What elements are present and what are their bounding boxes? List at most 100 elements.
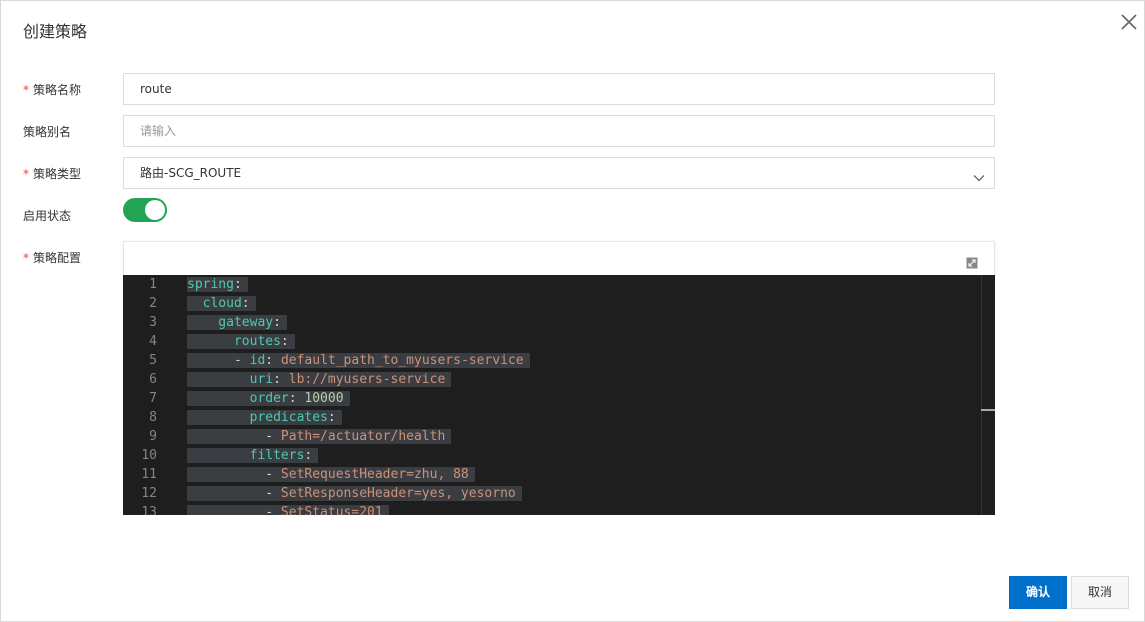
code-token: id [249, 353, 266, 368]
chevron-down-icon [972, 166, 986, 182]
line-number: 9 [149, 429, 157, 444]
code-line: gateway: [187, 313, 287, 332]
selection-highlight: cloud: [187, 296, 256, 311]
policy-alias-input[interactable] [123, 115, 995, 147]
selection-highlight: - SetRequestHeader=zhu, 88 [187, 467, 475, 482]
selection-highlight: uri: lb://myusers-service [187, 372, 452, 387]
policy-name-label: * 策略名称 [23, 81, 81, 98]
selection-highlight: spring: [187, 277, 248, 292]
selection-highlight: filters: [187, 448, 319, 463]
status-label-text: 启用状态 [23, 209, 72, 223]
line-number: 3 [149, 315, 157, 330]
code-token: - [187, 429, 281, 444]
line-number: 4 [149, 334, 157, 349]
code-token: Path=/actuator/health [280, 429, 446, 444]
policy-config-label-text: 策略配置 [33, 251, 82, 265]
required-mark: * [23, 83, 29, 97]
toggle-knob [145, 200, 165, 220]
code-line: routes: [187, 332, 295, 351]
line-number: 1 [149, 277, 157, 292]
required-mark: * [23, 251, 29, 265]
code-token: routes [187, 334, 281, 349]
line-number: 10 [141, 448, 157, 463]
code-token: - [187, 353, 250, 368]
code-line: uri: lb://myusers-service [187, 370, 452, 389]
code-token: filters [187, 448, 305, 463]
line-number: 12 [141, 486, 157, 501]
line-number: 13 [141, 505, 157, 515]
editor-toolbar [123, 241, 995, 275]
code-token: : [327, 410, 336, 425]
code-line: - id: default_path_to_myusers-service [187, 351, 530, 370]
editor-scrollbar[interactable] [981, 275, 995, 515]
code-token: SetStatus=201 [280, 505, 383, 515]
line-number: 7 [149, 391, 157, 406]
selection-highlight: - Path=/actuator/health [187, 429, 452, 444]
policy-config-label: * 策略配置 [23, 249, 81, 266]
code-token: : [265, 353, 281, 368]
required-mark: * [23, 167, 29, 181]
code-token: gateway [187, 315, 274, 330]
code-token: uri [187, 372, 274, 387]
code-token: 10000 [304, 391, 344, 406]
selection-highlight: order: 10000 [187, 391, 350, 406]
code-token: : [288, 391, 305, 406]
code-line: cloud: [187, 294, 256, 313]
code-line: spring: [187, 275, 248, 294]
code-token: : [273, 315, 281, 330]
code-token: : [273, 372, 289, 387]
scrollbar-marker [981, 409, 995, 411]
line-number: 6 [149, 372, 157, 387]
code-token: SetRequestHeader=zhu, 88 [280, 467, 469, 482]
line-number: 5 [149, 353, 157, 368]
code-token: - [187, 486, 281, 501]
code-token: : [304, 448, 313, 463]
code-token: SetResponseHeader=yes, yesorno [280, 486, 516, 501]
code-token: spring [187, 277, 234, 292]
line-number: 8 [149, 410, 157, 425]
selection-highlight: - id: default_path_to_myusers-service [187, 353, 530, 368]
code-token: cloud [187, 296, 242, 311]
dialog-title: 创建策略 [23, 22, 88, 41]
expand-icon[interactable] [966, 254, 978, 269]
code-token: predicates [187, 410, 328, 425]
selection-highlight: predicates: [187, 410, 342, 425]
line-number-gutter: 1 2 3 4 5 6 7 8 9 10 11 12 13 [123, 275, 187, 515]
policy-alias-label-text: 策略别名 [23, 125, 72, 139]
policy-type-select[interactable]: 路由-SCG_ROUTE [123, 157, 995, 189]
policy-type-selected-value: 路由-SCG_ROUTE [140, 166, 242, 180]
code-area[interactable]: spring: cloud: gateway: routes: - id: de… [187, 275, 983, 515]
close-icon[interactable] [1119, 12, 1139, 32]
code-line: - Path=/actuator/health [187, 427, 452, 446]
code-line: order: 10000 [187, 389, 350, 408]
confirm-button[interactable]: 确认 [1009, 576, 1067, 609]
create-policy-dialog: 创建策略 *策略名称 策略别名 *策略类型 路由-SCG_ROUTE 启用状态 … [0, 0, 1145, 622]
code-token: default_path_to_myusers-service [280, 353, 524, 368]
selection-highlight: gateway: [187, 315, 287, 330]
code-line: predicates: [187, 408, 342, 427]
selection-highlight: - SetResponseHeader=yes, yesorno [187, 486, 522, 501]
code-token: : [280, 334, 289, 349]
line-number: 2 [149, 296, 157, 311]
code-token: - [187, 467, 281, 482]
cancel-button[interactable]: 取消 [1071, 576, 1129, 609]
code-token: : [241, 296, 250, 311]
code-line: - SetResponseHeader=yes, yesorno [187, 484, 522, 503]
policy-type-label-text: 策略类型 [33, 167, 82, 181]
selection-highlight: - SetStatus=201 [187, 505, 389, 515]
code-token: - [187, 505, 281, 515]
code-editor[interactable]: 1 2 3 4 5 6 7 8 9 10 11 12 13 spring: cloud: gateway… [123, 275, 995, 515]
policy-alias-label: 策略别名 [23, 123, 71, 140]
selection-highlight: routes: [187, 334, 295, 349]
code-token: : [233, 277, 242, 292]
line-number: 11 [141, 467, 157, 482]
code-token: lb://myusers-service [288, 372, 446, 387]
code-line: filters: [187, 446, 319, 465]
code-token: order [187, 391, 289, 406]
policy-name-input[interactable] [123, 73, 995, 105]
policy-name-label-text: 策略名称 [33, 83, 82, 97]
code-line: - SetRequestHeader=zhu, 88 [187, 465, 475, 484]
status-label: 启用状态 [23, 207, 71, 224]
policy-type-label: * 策略类型 [23, 165, 81, 182]
status-toggle[interactable] [123, 198, 167, 222]
